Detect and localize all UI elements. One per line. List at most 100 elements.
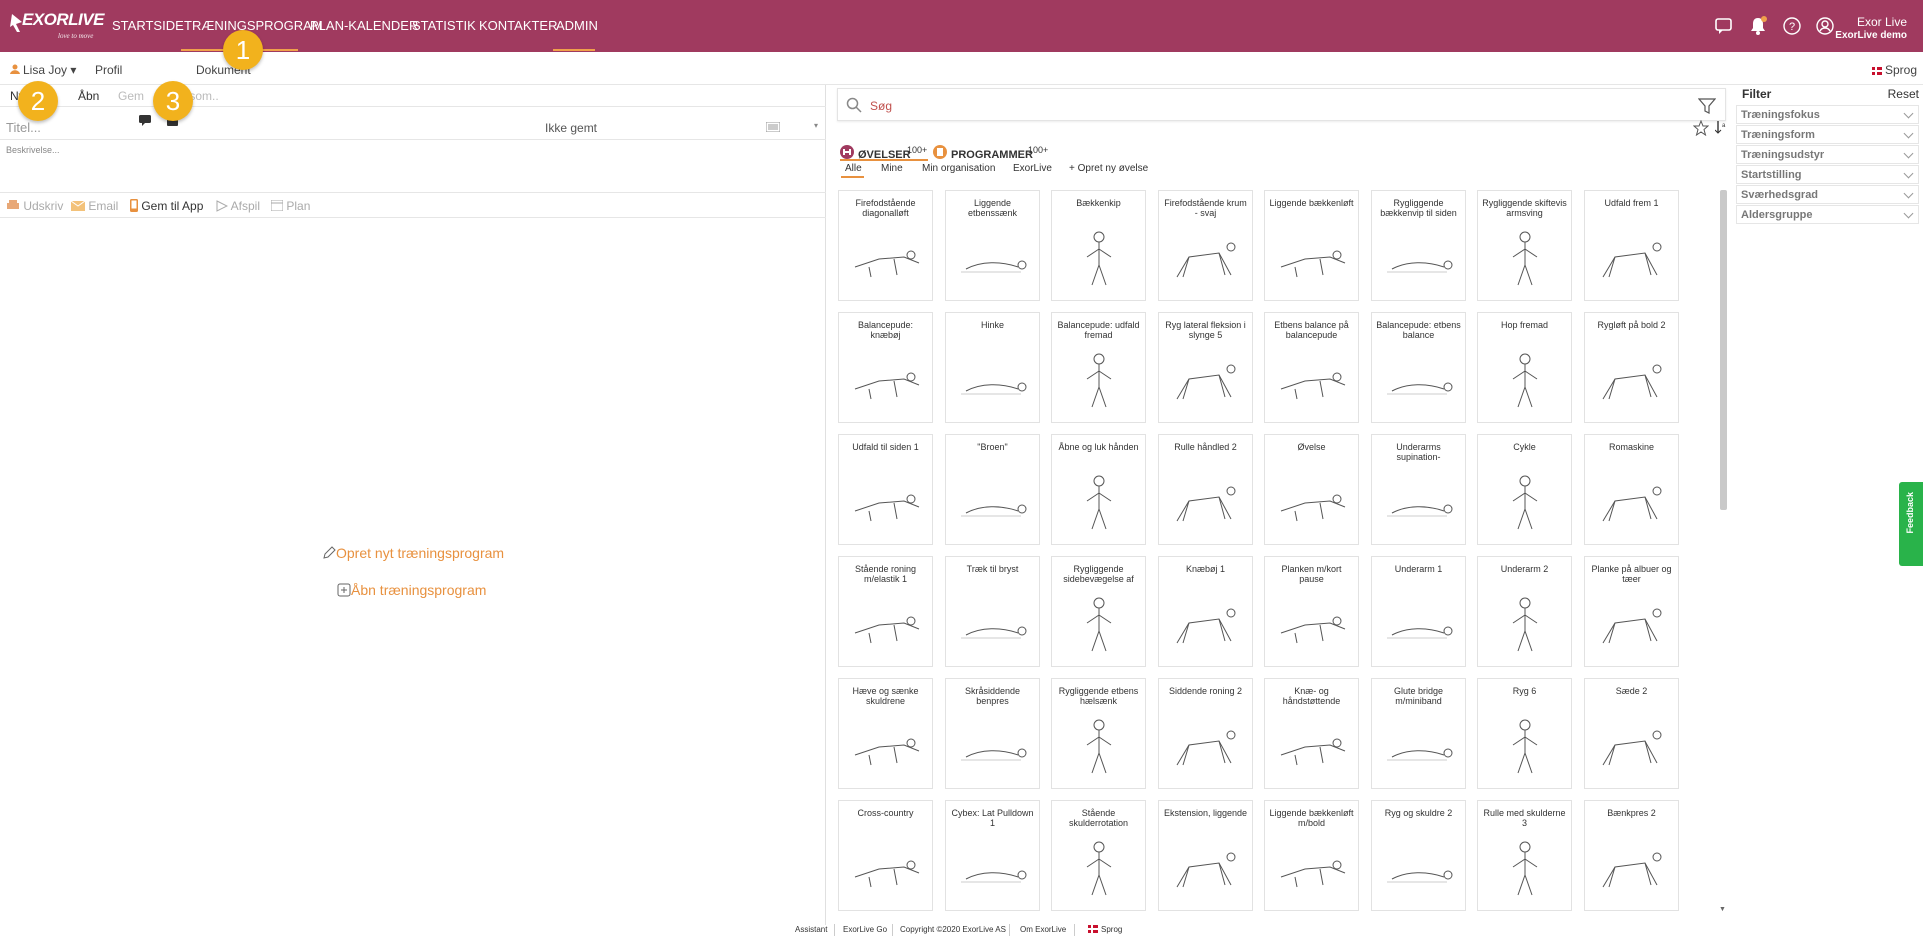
exercise-card[interactable]: Planken m/kort pause: [1264, 556, 1359, 667]
scroll-down-icon[interactable]: ▼: [1719, 906, 1726, 913]
print-button[interactable]: Udskriv: [6, 199, 63, 213]
exercise-scrollbar[interactable]: ▼: [1718, 180, 1728, 920]
footer-go-link[interactable]: ExorLive Go: [843, 925, 887, 934]
exercise-card[interactable]: Rygløft på bold 2: [1584, 312, 1679, 423]
exercise-card[interactable]: Åbne og luk hånden: [1051, 434, 1146, 545]
nav-plan-kalender[interactable]: PLAN-KALENDER: [310, 18, 418, 33]
subtab-exorlive[interactable]: ExorLive: [1013, 163, 1052, 174]
play-button[interactable]: Afspil: [216, 199, 260, 213]
exercise-card[interactable]: Underarms supination-: [1371, 434, 1466, 545]
nav-statistik[interactable]: STATISTIK: [412, 18, 476, 33]
favorites-star-icon[interactable]: [1693, 120, 1709, 136]
sort-icon[interactable]: a: [1715, 120, 1727, 134]
exercise-card[interactable]: Ryg 6: [1477, 678, 1572, 789]
exercise-card[interactable]: Cykle: [1477, 434, 1572, 545]
help-icon[interactable]: ?: [1782, 16, 1802, 36]
exercise-card[interactable]: Rygliggende sidebevægelse af: [1051, 556, 1146, 667]
filter-group-startstilling[interactable]: Startstilling: [1736, 165, 1919, 184]
exercise-card[interactable]: Skråsiddende benpres: [945, 678, 1040, 789]
exercise-card[interactable]: Romaskine: [1584, 434, 1679, 545]
footer-assistant-link[interactable]: Assistant: [795, 925, 827, 934]
tab-programs[interactable]: PROGRAMMER: [951, 149, 1033, 161]
save-program-button[interactable]: Gem: [118, 89, 144, 103]
language-selector[interactable]: Sprog: [1871, 63, 1917, 77]
exercise-card[interactable]: Rygliggende skiftevis armsving: [1477, 190, 1572, 301]
exercise-card[interactable]: Ekstension, liggende: [1158, 800, 1253, 911]
exercise-card[interactable]: Sæde 2: [1584, 678, 1679, 789]
exercise-card[interactable]: Bækkenkip: [1051, 190, 1146, 301]
program-options-chevron-icon[interactable]: ▾: [814, 121, 818, 130]
footer-language-link[interactable]: Sprog: [1088, 925, 1122, 934]
exercise-card[interactable]: Træk til bryst: [945, 556, 1040, 667]
exercise-card[interactable]: Stående skulderrotation: [1051, 800, 1146, 911]
exercise-card[interactable]: Balancepude: etbens balance: [1371, 312, 1466, 423]
exercise-card[interactable]: Bænkpres 2: [1584, 800, 1679, 911]
exercise-card[interactable]: Udfald frem 1: [1584, 190, 1679, 301]
create-new-program-link[interactable]: Opret nyt træningsprogram: [322, 545, 504, 561]
nav-admin[interactable]: ADMIN: [556, 18, 598, 33]
exercise-card[interactable]: Rygliggende bækkenvip til siden: [1371, 190, 1466, 301]
feedback-tab[interactable]: Feedback: [1899, 482, 1923, 566]
exercise-card[interactable]: Liggende bækkenløft: [1264, 190, 1359, 301]
exercise-card[interactable]: Knæ- og håndstøttende: [1264, 678, 1359, 789]
exercise-card[interactable]: Planke på albuer og tæer: [1584, 556, 1679, 667]
exercise-card[interactable]: Ryg lateral fleksion i slynge 5: [1158, 312, 1253, 423]
list-view-icon[interactable]: [766, 122, 780, 132]
exercise-card[interactable]: Øvelse: [1264, 434, 1359, 545]
exercise-card[interactable]: Rulle med skulderne 3: [1477, 800, 1572, 911]
exercise-card[interactable]: Rulle håndled 2: [1158, 434, 1253, 545]
exercise-card[interactable]: Underarm 2: [1477, 556, 1572, 667]
open-program-button[interactable]: Åbn: [78, 89, 99, 103]
notification-bell-icon[interactable]: [1748, 16, 1768, 36]
exercise-card[interactable]: Ryg og skuldre 2: [1371, 800, 1466, 911]
exercise-card[interactable]: Hæve og sænke skuldrene: [838, 678, 933, 789]
exorlive-logo[interactable]: EXORLIVE love to move: [8, 8, 104, 44]
exercise-card[interactable]: Knæbøj 1: [1158, 556, 1253, 667]
profile-link[interactable]: Profil: [95, 63, 122, 77]
exercise-card[interactable]: Cybex: Lat Pulldown 1: [945, 800, 1040, 911]
exercise-card[interactable]: Etbens balance på balancepude: [1264, 312, 1359, 423]
create-exercise-link[interactable]: + Opret ny øvelse: [1069, 163, 1148, 174]
exercise-card[interactable]: Stående roning m/elastik 1: [838, 556, 933, 667]
exercise-card[interactable]: Firefodstående krum - svaj: [1158, 190, 1253, 301]
exercise-card[interactable]: Liggende bækkenløft m/bold: [1264, 800, 1359, 911]
exercise-card[interactable]: Firefodstående diagonalløft: [838, 190, 933, 301]
user-account-icon[interactable]: [1815, 16, 1835, 36]
nav-traeningsprogram[interactable]: TRÆNINGSPROGRAM: [184, 18, 323, 33]
nav-kontakter[interactable]: KONTAKTER: [479, 18, 558, 33]
program-description-input[interactable]: Beskrivelse...: [0, 141, 826, 193]
exercise-card[interactable]: Cross-country: [838, 800, 933, 911]
search-input[interactable]: Søg: [870, 99, 892, 113]
open-program-link[interactable]: Åbn træningsprogram: [337, 582, 486, 598]
footer-about-link[interactable]: Om ExorLive: [1020, 925, 1066, 934]
exercise-card[interactable]: "Broen": [945, 434, 1040, 545]
filter-group-traeningsudstyr[interactable]: Træningsudstyr: [1736, 145, 1919, 164]
subtab-all[interactable]: Alle: [845, 163, 862, 174]
scroll-thumb[interactable]: [1720, 190, 1727, 510]
exercise-card[interactable]: Hop fremad: [1477, 312, 1572, 423]
filter-group-aldersgruppe[interactable]: Aldersgruppe: [1736, 205, 1919, 224]
user-name-block[interactable]: Exor Live ExorLive demo: [1835, 16, 1907, 42]
exercise-card[interactable]: Siddende roning 2: [1158, 678, 1253, 789]
client-selector[interactable]: Lisa Joy ▾: [23, 63, 76, 77]
filter-group-traeningsfokus[interactable]: Træningsfokus: [1736, 105, 1919, 124]
exercise-card[interactable]: Underarm 1: [1371, 556, 1466, 667]
filter-funnel-icon[interactable]: [1698, 97, 1716, 115]
filter-reset-button[interactable]: Reset: [1888, 87, 1919, 101]
program-title-input[interactable]: Titel...: [6, 120, 41, 135]
nav-startside[interactable]: STARTSIDE: [112, 18, 184, 33]
exercise-card[interactable]: Liggende etbenssænk: [945, 190, 1040, 301]
exercise-search-bar[interactable]: Søg: [837, 88, 1726, 121]
exercise-card[interactable]: Balancepude: udfald fremad: [1051, 312, 1146, 423]
exercise-card[interactable]: Rygliggende etbens hælsænk: [1051, 678, 1146, 789]
email-button[interactable]: Email: [70, 199, 118, 213]
plan-button[interactable]: Plan: [270, 199, 310, 213]
exercise-card[interactable]: Udfald til siden 1: [838, 434, 933, 545]
exercise-card[interactable]: Glute bridge m/miniband: [1371, 678, 1466, 789]
save-to-app-button[interactable]: Gem til App: [130, 199, 203, 213]
filter-group-svaerhedsgrad[interactable]: Sværhedsgrad: [1736, 185, 1919, 204]
exercise-card[interactable]: Balancepude: knæbøj: [838, 312, 933, 423]
filter-group-traeningsform[interactable]: Træningsform: [1736, 125, 1919, 144]
subtab-mine[interactable]: Mine: [881, 163, 903, 174]
chat-icon[interactable]: [1714, 16, 1734, 36]
